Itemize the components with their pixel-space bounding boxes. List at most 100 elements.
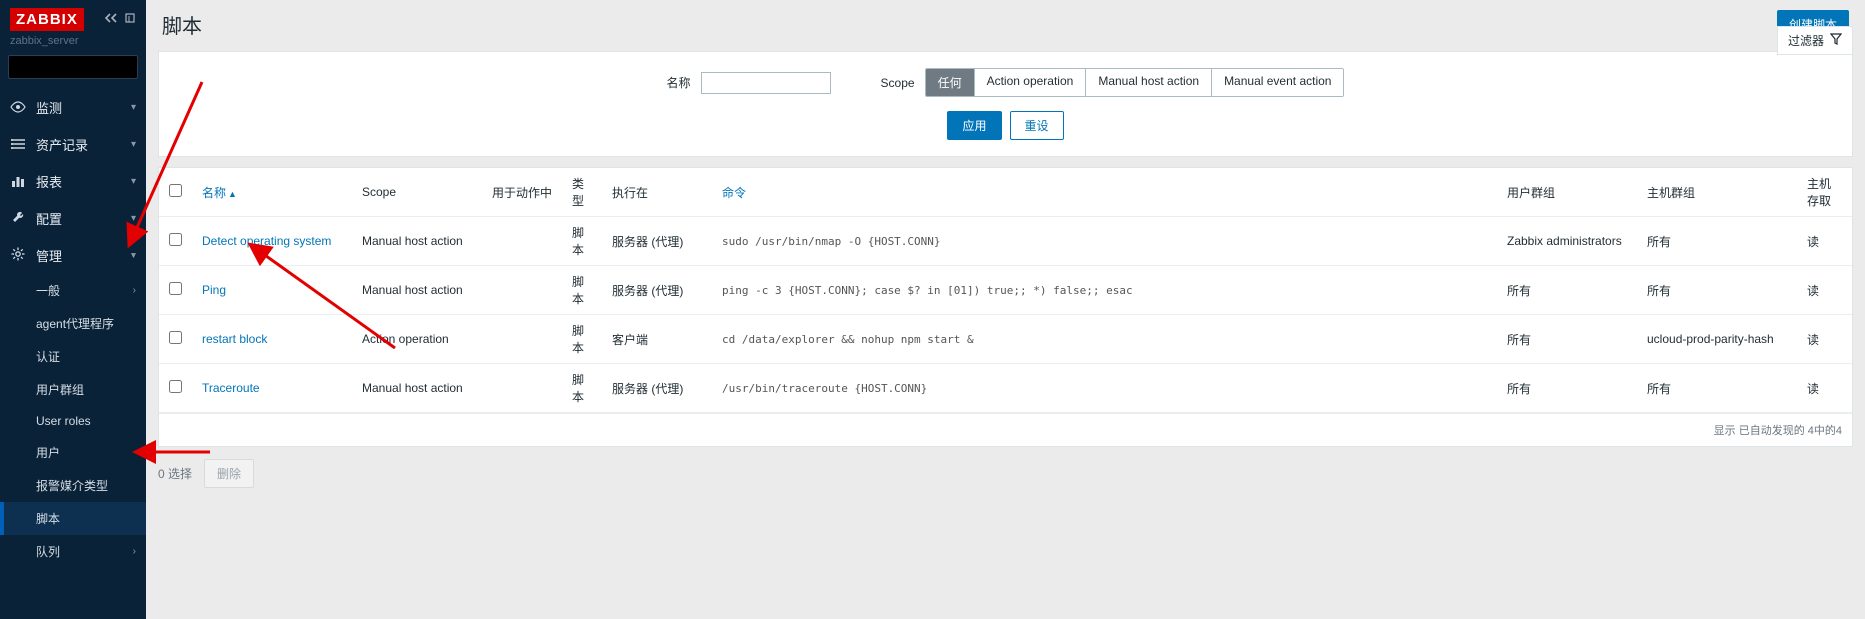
nav-label: 资产记录: [36, 135, 121, 154]
sub-general[interactable]: 一般›: [0, 274, 146, 307]
sub-mediatypes[interactable]: 报警媒介类型: [0, 469, 146, 502]
filter-name-field: 名称: [667, 72, 831, 94]
sub-userroles[interactable]: User roles: [0, 406, 146, 436]
th-name[interactable]: 名称▲: [192, 168, 352, 217]
eye-icon: [10, 100, 26, 116]
th-exec: 执行在: [602, 168, 712, 217]
scope-radio-group: 任何 Action operation Manual host action M…: [925, 68, 1345, 97]
cell-scope: Manual host action: [352, 364, 482, 413]
cell-type: 脚本: [562, 217, 602, 266]
cell-ug: 所有: [1497, 364, 1637, 413]
cell-hg: 所有: [1637, 364, 1797, 413]
filter-scope-field: Scope 任何 Action operation Manual host ac…: [881, 68, 1345, 97]
cell-type: 脚本: [562, 315, 602, 364]
admin-submenu: 一般› agent代理程序 认证 用户群组 User roles 用户 报警媒介…: [0, 274, 146, 568]
cell-scope: Manual host action: [352, 266, 482, 315]
sub-auth[interactable]: 认证: [0, 340, 146, 373]
brand-logo: ZABBIX: [10, 8, 84, 31]
edit-icon[interactable]: [124, 12, 136, 27]
sub-queue[interactable]: 队列 ›: [0, 535, 146, 568]
filter-toggle[interactable]: 过滤器: [1777, 26, 1853, 55]
sub-users[interactable]: 用户: [0, 436, 146, 469]
script-name-link[interactable]: Ping: [202, 283, 226, 297]
chevron-down-icon: ▾: [131, 176, 136, 187]
list-icon: [10, 137, 26, 153]
cell-exec: 服务器 (代理): [602, 266, 712, 315]
bulk-actions: 0 选择 删除: [158, 459, 1853, 488]
sub-label: 一般: [36, 282, 60, 299]
cell-cmd: cd /data/explorer && nohup npm start &: [712, 315, 1497, 364]
collapse-icon[interactable]: [104, 12, 118, 27]
filter-reset-button[interactable]: 重设: [1010, 111, 1064, 140]
sub-label: 认证: [36, 348, 60, 365]
sub-scripts[interactable]: 脚本: [0, 502, 146, 535]
bulk-delete-button[interactable]: 删除: [204, 459, 254, 488]
selected-count: 0 选择: [158, 465, 192, 482]
row-checkbox[interactable]: [169, 233, 182, 246]
sub-label: 脚本: [36, 510, 60, 527]
search-input-wrap[interactable]: [8, 55, 138, 79]
nav-label: 报表: [36, 172, 121, 191]
cell-exec: 服务器 (代理): [602, 217, 712, 266]
th-scope: Scope: [352, 168, 482, 217]
cell-exec: 服务器 (代理): [602, 364, 712, 413]
cell-used: [482, 315, 562, 364]
th-ug: 用户群组: [1497, 168, 1637, 217]
row-checkbox[interactable]: [169, 380, 182, 393]
cell-acc: 读: [1797, 266, 1852, 315]
cell-used: [482, 266, 562, 315]
filter-name-label: 名称: [667, 74, 691, 91]
sub-label: 队列: [36, 543, 60, 560]
cell-cmd: /usr/bin/traceroute {HOST.CONN}: [712, 364, 1497, 413]
chevron-down-icon: ▾: [131, 102, 136, 113]
th-acc: 主机存取: [1797, 168, 1852, 217]
sub-label: 用户: [36, 444, 60, 461]
sub-proxies[interactable]: agent代理程序: [0, 307, 146, 340]
cell-hg: 所有: [1637, 217, 1797, 266]
nav-config[interactable]: 配置 ▾: [0, 200, 146, 237]
scripts-table-wrap: 名称▲ Scope 用于动作中 类型 执行在 命令 用户群组 主机群组 主机存取…: [158, 167, 1853, 447]
nav-reports[interactable]: 报表 ▾: [0, 163, 146, 200]
row-checkbox[interactable]: [169, 282, 182, 295]
cell-type: 脚本: [562, 364, 602, 413]
filter-scope-label: Scope: [881, 76, 915, 90]
script-name-link[interactable]: restart block: [202, 332, 267, 346]
cell-scope: Action operation: [352, 315, 482, 364]
chevron-down-icon: ▾: [131, 213, 136, 224]
sub-label: 报警媒介类型: [36, 477, 108, 494]
cell-acc: 读: [1797, 217, 1852, 266]
nav-inventory[interactable]: 资产记录 ▾: [0, 126, 146, 163]
th-cmd[interactable]: 命令: [712, 168, 1497, 217]
scope-opt-action[interactable]: Action operation: [975, 69, 1087, 96]
chevron-right-icon: ›: [133, 546, 136, 557]
scope-opt-any[interactable]: 任何: [926, 69, 975, 96]
logo-row: ZABBIX: [0, 0, 146, 35]
sub-usergroups[interactable]: 用户群组: [0, 373, 146, 406]
filter-toggle-label: 过滤器: [1788, 32, 1824, 49]
row-checkbox[interactable]: [169, 331, 182, 344]
script-name-link[interactable]: Detect operating system: [202, 234, 331, 248]
cell-cmd: ping -c 3 {HOST.CONN}; case $? in [01]) …: [712, 266, 1497, 315]
gear-icon: [10, 247, 26, 264]
chevron-up-icon: ▴: [131, 250, 136, 261]
server-name: zabbix_server: [0, 35, 146, 55]
cell-type: 脚本: [562, 266, 602, 315]
cell-ug: 所有: [1497, 266, 1637, 315]
nav-admin[interactable]: 管理 ▴: [0, 237, 146, 274]
script-name-link[interactable]: Traceroute: [202, 381, 260, 395]
table-row: restart blockAction operation脚本客户端cd /da…: [159, 315, 1852, 364]
select-all-checkbox[interactable]: [169, 184, 182, 197]
filter-name-input[interactable]: [701, 72, 831, 94]
scope-opt-manual-event[interactable]: Manual event action: [1212, 69, 1343, 96]
filter-apply-button[interactable]: 应用: [947, 111, 1001, 140]
scope-opt-manual-host[interactable]: Manual host action: [1086, 69, 1212, 96]
cell-acc: 读: [1797, 315, 1852, 364]
nav-label: 监测: [36, 98, 121, 117]
filter-icon: [1830, 33, 1842, 48]
cell-acc: 读: [1797, 364, 1852, 413]
main-content: 脚本 创建脚本 过滤器 名称 Scope: [146, 0, 1865, 619]
page-title: 脚本: [162, 10, 202, 39]
th-hg: 主机群组: [1637, 168, 1797, 217]
nav-monitoring[interactable]: 监测 ▾: [0, 89, 146, 126]
cell-used: [482, 217, 562, 266]
